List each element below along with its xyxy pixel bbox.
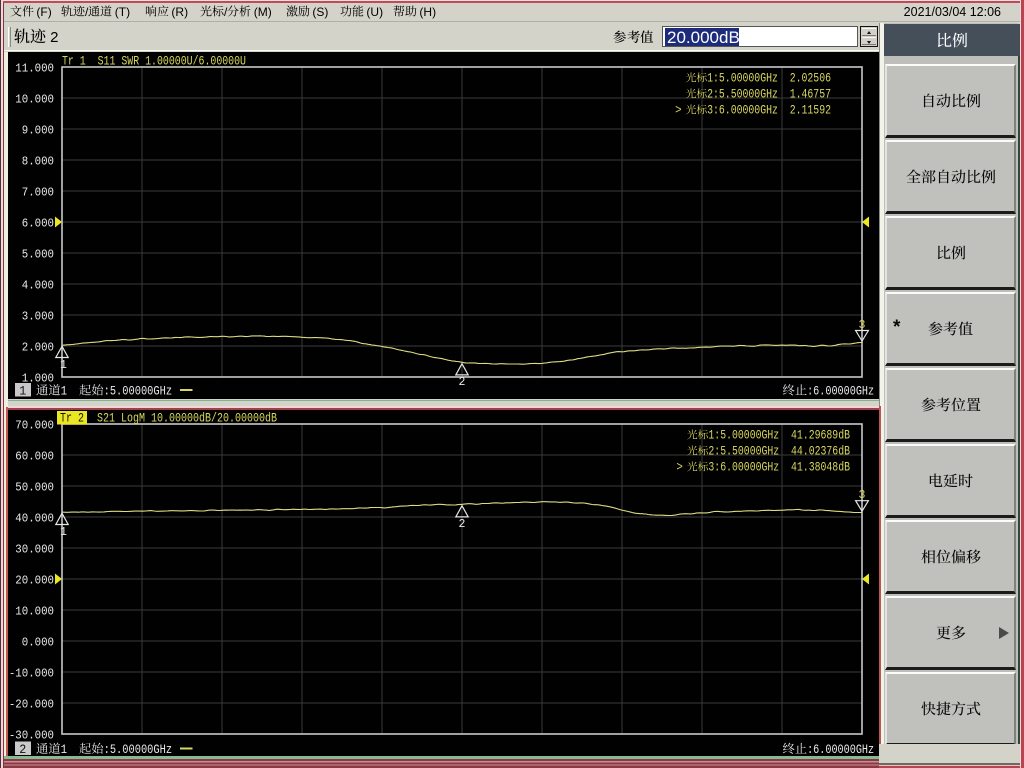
svg-text::6.00000GHz: :6.00000GHz bbox=[807, 743, 874, 756]
svg-text:2: 2 bbox=[459, 376, 466, 389]
svg-text:1: 1 bbox=[60, 359, 67, 372]
svg-text:3.000: 3.000 bbox=[22, 310, 54, 324]
svg-text:7.000: 7.000 bbox=[22, 186, 54, 200]
svg-text:2: 2 bbox=[19, 743, 26, 756]
svg-text:6.000: 6.000 bbox=[22, 217, 54, 231]
svg-text:-30.000: -30.000 bbox=[9, 729, 54, 743]
svg-text:2.000: 2.000 bbox=[22, 341, 54, 355]
svg-text:9.000: 9.000 bbox=[22, 124, 54, 138]
svg-text::5.00000GHz: :5.00000GHz bbox=[104, 743, 173, 756]
svg-text:5.000: 5.000 bbox=[22, 248, 54, 262]
svg-text:1: 1 bbox=[60, 526, 67, 539]
svg-text:-10.000: -10.000 bbox=[9, 667, 54, 681]
svg-text::6.00000GHz: :6.00000GHz bbox=[807, 385, 874, 399]
svg-text:1: 1 bbox=[19, 385, 26, 399]
svg-text:10.000: 10.000 bbox=[15, 93, 54, 107]
svg-text:30.000: 30.000 bbox=[15, 543, 54, 557]
svg-text:1:5.00000GHz 41.29689dB: 1:5.00000GHz 41.29689dB bbox=[708, 429, 850, 443]
svg-text:1:5.00000GHz 2.02506: 1:5.00000GHz 2.02506 bbox=[707, 72, 831, 86]
svg-text:-20.000: -20.000 bbox=[9, 698, 54, 712]
svg-text:0.000: 0.000 bbox=[22, 636, 54, 650]
svg-text:3: 3 bbox=[859, 489, 866, 502]
svg-text:1: 1 bbox=[61, 385, 68, 399]
svg-text:2: 2 bbox=[459, 518, 466, 531]
svg-text:2:5.50000GHz 44.02376dB: 2:5.50000GHz 44.02376dB bbox=[708, 445, 850, 459]
svg-text:8.000: 8.000 bbox=[22, 155, 54, 169]
svg-text:3:6.00000GHz 2.11592: 3:6.00000GHz 2.11592 bbox=[707, 104, 831, 118]
svg-text:40.000: 40.000 bbox=[15, 512, 54, 526]
svg-text:3: 3 bbox=[859, 319, 866, 332]
svg-text:Tr 2: Tr 2 bbox=[60, 411, 84, 426]
svg-text:1: 1 bbox=[61, 743, 68, 756]
svg-text:>: > bbox=[675, 104, 682, 118]
svg-text:60.000: 60.000 bbox=[15, 450, 54, 464]
svg-text:70.000: 70.000 bbox=[15, 419, 54, 433]
svg-text:20.000: 20.000 bbox=[15, 574, 54, 588]
svg-text::5.00000GHz: :5.00000GHz bbox=[104, 385, 173, 399]
svg-text:2:5.50000GHz 1.46757: 2:5.50000GHz 1.46757 bbox=[707, 88, 831, 102]
svg-text:11.000: 11.000 bbox=[15, 62, 54, 76]
svg-text:50.000: 50.000 bbox=[15, 481, 54, 495]
svg-text:Tr 1 S11 SWR 1.00000U/6.00000: Tr 1 S11 SWR 1.00000U/6.00000U bbox=[62, 54, 246, 68]
svg-text:S21 LogM 10.00000dB/20.00000dB: S21 LogM 10.00000dB/20.00000dB bbox=[97, 412, 277, 426]
svg-text:4.000: 4.000 bbox=[22, 279, 54, 293]
svg-text:10.000: 10.000 bbox=[15, 605, 54, 619]
svg-text:>: > bbox=[676, 461, 683, 475]
svg-text:3:6.00000GHz 41.38048dB: 3:6.00000GHz 41.38048dB bbox=[708, 461, 850, 475]
